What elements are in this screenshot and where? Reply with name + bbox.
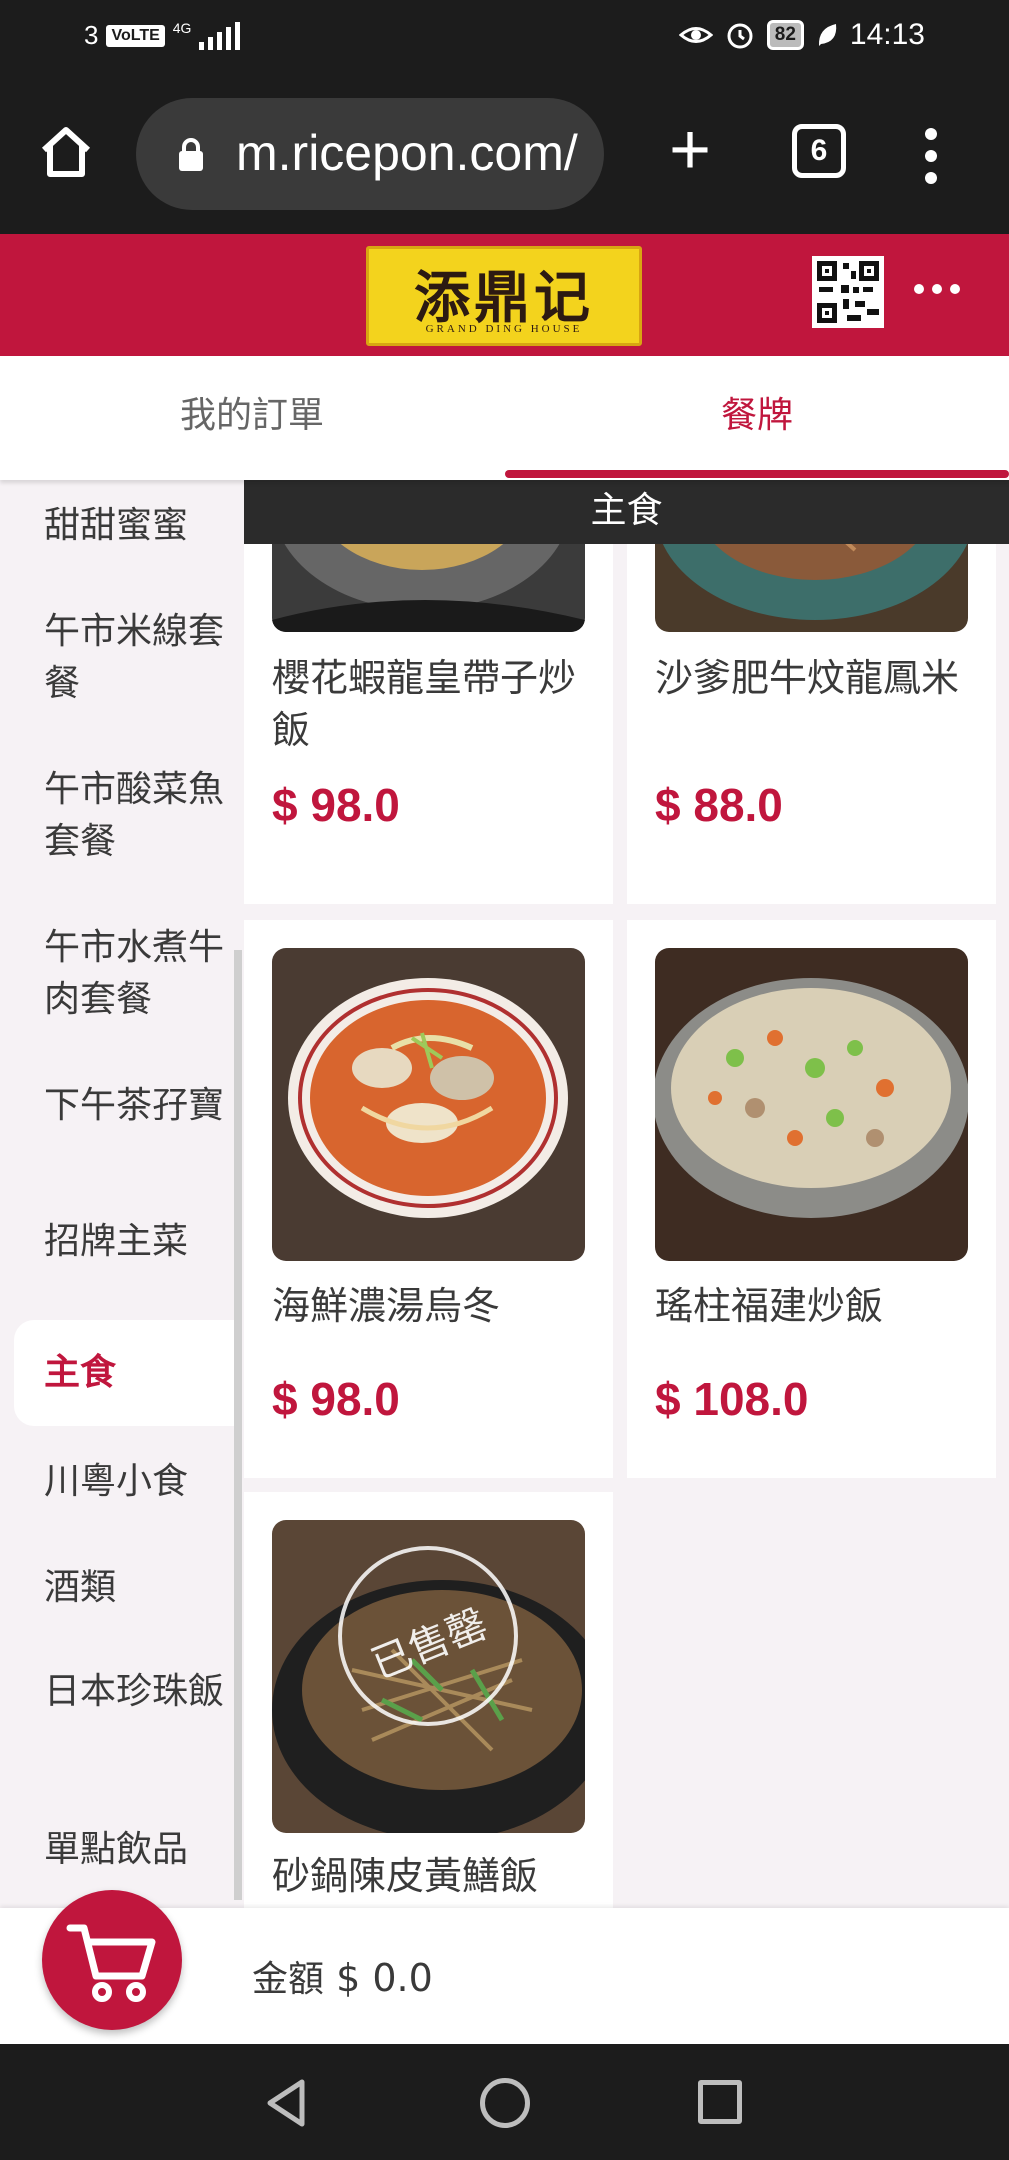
shopping-cart-icon <box>66 1924 156 2002</box>
status-right: 82 14:13 <box>678 18 925 52</box>
product-card[interactable]: 瑤柱福建炒飯 $ 108.0 <box>627 920 996 1478</box>
product-card[interactable]: 海鮮濃湯烏冬 $ 98.0 <box>244 920 613 1478</box>
sidebar-scrollbar[interactable] <box>234 950 242 1900</box>
product-price: $ 88.0 <box>655 779 783 831</box>
amount-value: $ 0.0 <box>336 1956 433 2000</box>
signal-icon <box>199 21 241 50</box>
tab-switcher-button[interactable]: 6 <box>792 124 846 178</box>
sold-out-label: 已售罄 <box>365 1600 494 1689</box>
system-nav-bar <box>0 2044 1009 2160</box>
back-icon[interactable] <box>264 2078 308 2128</box>
browser-toolbar: m.ricepon.com/ + 6 <box>0 78 1009 234</box>
product-name: 海鮮濃湯烏冬 <box>272 1284 501 1328</box>
restaurant-logo: 添鼎记 GRAND DING HOUSE <box>366 246 642 346</box>
category-item[interactable]: 甜甜蜜蜜 <box>14 500 234 552</box>
app-header: 添鼎记 GRAND DING HOUSE <box>0 234 1009 356</box>
clock: 14:13 <box>849 18 925 51</box>
volte-badge: VoLTE <box>106 24 165 47</box>
lock-icon <box>179 138 203 171</box>
battery-icon: 82 <box>766 20 804 50</box>
product-image: 已售罄 <box>272 1520 585 1833</box>
logo-text: 添鼎记 <box>414 265 594 331</box>
product-list[interactable]: 主食 櫻花蝦龍皇帶子炒飯 $ 98.0 沙爹肥牛炆龍鳳米 $ 88.0 海鮮濃湯… <box>244 480 1009 1908</box>
status-bar: 3 VoLTE 4G 82 14:13 <box>0 0 1009 78</box>
address-bar[interactable]: m.ricepon.com/ <box>136 98 604 210</box>
category-item[interactable]: 午市米線套餐 <box>14 606 234 710</box>
product-price: $ 108.0 <box>655 1373 809 1425</box>
qr-code-icon[interactable] <box>812 256 884 328</box>
tab-menu[interactable]: 餐牌 <box>505 356 1009 480</box>
product-price: $ 98.0 <box>272 1373 400 1425</box>
category-item[interactable]: 下午茶孖寶 <box>14 1080 234 1132</box>
category-item[interactable]: 川粵小食 <box>14 1456 234 1508</box>
more-options-icon[interactable] <box>914 284 960 294</box>
product-name: 瑤柱福建炒飯 <box>655 1284 884 1328</box>
category-item[interactable]: 招牌主菜 <box>14 1216 234 1268</box>
logo-subtext: GRAND DING HOUSE <box>425 323 583 335</box>
recents-icon[interactable] <box>698 2080 742 2124</box>
section-title: 主食 <box>244 480 1009 544</box>
new-tab-button[interactable]: + <box>658 114 722 186</box>
home-icon[interactable] <box>36 122 96 182</box>
category-item[interactable]: 午市水煮牛肉套餐 <box>14 922 234 1026</box>
status-left: 3 VoLTE 4G <box>84 19 241 51</box>
home-nav-icon[interactable] <box>480 2078 530 2128</box>
product-name: 砂鍋陳皮黃鱔飯 <box>272 1854 539 1898</box>
product-name: 沙爹肥牛炆龍鳳米 <box>655 656 960 700</box>
product-card-sold-out[interactable]: 已售罄 砂鍋陳皮黃鱔飯 <box>244 1492 613 1908</box>
alarm-icon <box>727 23 753 49</box>
product-image <box>272 948 585 1261</box>
sim-indicator: 3 <box>84 20 99 50</box>
eye-comfort-icon <box>678 27 713 43</box>
category-item[interactable]: 酒類 <box>14 1562 234 1614</box>
leaf-icon <box>818 24 837 46</box>
network-type: 4G <box>172 19 192 36</box>
category-sidebar[interactable]: 甜甜蜜蜜 午市米線套餐 午市酸菜魚套餐 午市水煮牛肉套餐 下午茶孖寶 招牌主菜 … <box>0 480 244 1908</box>
cart-amount: 金額 $ 0.0 <box>252 1950 433 2002</box>
tab-bar: 我的訂單 餐牌 <box>0 356 1009 480</box>
tab-my-orders[interactable]: 我的訂單 <box>0 356 504 480</box>
category-item[interactable]: 午市酸菜魚套餐 <box>14 764 234 868</box>
amount-label: 金額 <box>252 1959 325 2000</box>
browser-menu-button[interactable] <box>914 128 948 184</box>
cart-bar: 金額 $ 0.0 <box>0 1890 1009 2044</box>
url-text: m.ricepon.com/ <box>236 125 578 181</box>
category-item[interactable]: 單點飲品 <box>14 1824 234 1876</box>
product-name: 櫻花蝦龍皇帶子炒飯 <box>272 656 577 752</box>
sold-out-stamp: 已售罄 <box>338 1546 518 1726</box>
category-item-active[interactable]: 主食 <box>14 1320 234 1426</box>
product-image <box>655 948 968 1261</box>
active-tab-indicator <box>505 470 1009 478</box>
product-price: $ 98.0 <box>272 779 400 831</box>
category-item[interactable]: 日本珍珠飯 <box>14 1666 234 1718</box>
cart-button[interactable] <box>42 1890 182 2030</box>
